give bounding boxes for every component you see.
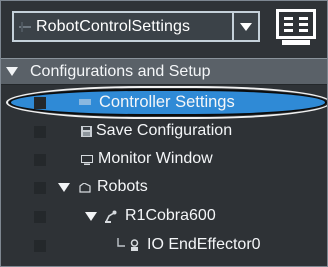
monitor-icon (81, 155, 93, 165)
controller-settings-icon (79, 98, 91, 106)
tree-item-controller-settings[interactable]: Controller Settings (1, 89, 327, 116)
grid-icon (14, 13, 36, 40)
folder-icon (79, 183, 91, 193)
row-marker (34, 126, 46, 138)
tree-root-label: Configurations and Setup (30, 62, 211, 80)
row-marker (34, 154, 46, 166)
tree-item-robots[interactable]: Robots (1, 174, 327, 201)
row-marker (34, 240, 46, 252)
tree-item-io-endeffector0[interactable]: IO EndEffector0 (1, 232, 327, 259)
workspace-select-value: RobotControlSettings (36, 17, 191, 35)
caret-down-icon[interactable] (234, 13, 258, 40)
row-marker (34, 182, 46, 194)
tree-item-label: Controller Settings (99, 93, 235, 111)
tree-item-monitor-window[interactable]: Monitor Window (1, 146, 327, 173)
tree-item-label: Save Configuration (96, 122, 233, 139)
expand-arrow-icon[interactable] (85, 212, 97, 221)
controller-device-icon[interactable] (276, 9, 316, 47)
tree-item-label: IO EndEffector0 (147, 236, 261, 253)
tree-item-label: R1Cobra600 (125, 207, 216, 224)
tree-connector-icon (117, 238, 125, 248)
configuration-panel: RobotControlSettings Configurations and … (0, 0, 328, 267)
tree-item-label: Robots (97, 178, 148, 195)
tree-item-save-configuration[interactable]: Save Configuration (1, 118, 327, 145)
row-marker (34, 97, 46, 109)
expand-arrow-icon[interactable] (6, 67, 20, 76)
robot-arm-icon (104, 210, 118, 223)
end-effector-icon (128, 239, 141, 252)
toolbar: RobotControlSettings (1, 1, 327, 56)
tree-item-label: Monitor Window (98, 150, 213, 167)
tree-item-r1cobra600[interactable]: R1Cobra600 (1, 203, 327, 230)
save-icon (81, 126, 92, 137)
expand-arrow-icon[interactable] (58, 183, 70, 192)
row-marker (34, 211, 46, 223)
workspace-select[interactable]: RobotControlSettings (12, 11, 260, 42)
tree-root-configurations[interactable]: Configurations and Setup (1, 58, 327, 85)
